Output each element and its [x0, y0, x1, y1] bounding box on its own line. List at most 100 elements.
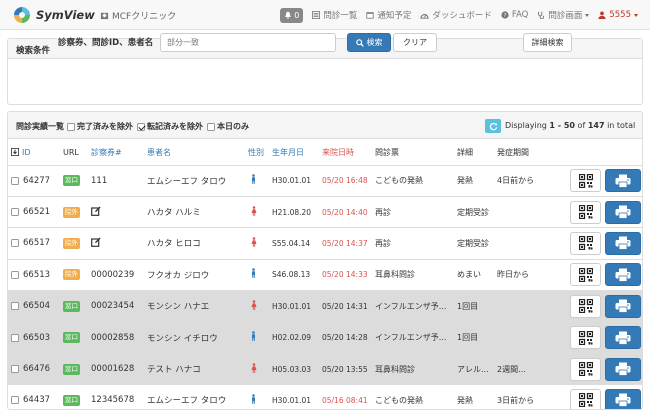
qr-code-button[interactable] — [570, 263, 601, 287]
row-checkbox[interactable] — [11, 270, 19, 279]
nav-dashboard[interactable]: ダッシュボード — [420, 9, 492, 21]
row-checkbox[interactable] — [11, 396, 19, 405]
filter-exclude-transcribed[interactable]: 転記済みを除外 — [137, 121, 203, 132]
table-row[interactable]: 64277 窓口 111 エムシーエフ タロウ H30.01.01 05/20 16:48… — [8, 165, 642, 197]
url-type-badge[interactable]: 窓口 — [63, 300, 80, 312]
cell-id[interactable]: 66521 — [8, 196, 60, 229]
nav-scheduled-notifications[interactable]: 通知予定 — [366, 9, 411, 21]
cell-url[interactable]: 院外 — [60, 227, 88, 260]
qr-code-button[interactable] — [570, 231, 601, 255]
cell-url[interactable]: 窓口 — [60, 321, 88, 354]
table-row[interactable]: 66504 窓口 00023454 モンシン ハナエ H30.01.01 05/20 14… — [8, 290, 642, 323]
clinic-name[interactable]: MCFクリニック — [100, 9, 176, 22]
qr-code-button[interactable] — [570, 357, 601, 381]
print-button[interactable] — [605, 263, 641, 287]
brand[interactable]: SymView — [12, 5, 95, 25]
col-name[interactable]: 患者名 — [144, 140, 245, 166]
cell-id[interactable]: 66503 — [8, 321, 60, 354]
cell-id[interactable]: 66513 — [8, 259, 60, 292]
print-button[interactable] — [605, 326, 641, 350]
qr-code-button[interactable] — [570, 326, 601, 350]
url-type-badge[interactable]: 院外 — [63, 269, 80, 281]
cell-url[interactable]: 窓口 — [60, 384, 88, 409]
cell-onset: 3日前から — [494, 384, 546, 409]
url-type-badge[interactable]: 院外 — [63, 237, 80, 249]
url-type-badge[interactable]: 窓口 — [63, 175, 80, 187]
print-button[interactable] — [605, 231, 641, 255]
nav-interview-screen-dropdown[interactable]: 問診画面 — [537, 9, 590, 21]
refresh-button[interactable] — [485, 119, 501, 133]
filter-today-only[interactable]: 本日のみ — [207, 121, 249, 132]
print-button[interactable] — [605, 294, 641, 318]
row-checkbox[interactable] — [11, 239, 19, 248]
cell-card: 00000239 — [88, 259, 144, 292]
nav-interview-list[interactable]: 問診一覧 — [312, 9, 357, 21]
cell-id[interactable]: 66504 — [8, 290, 60, 323]
cell-id[interactable]: 64277 — [8, 165, 60, 197]
row-checkbox[interactable] — [11, 208, 19, 217]
col-dob[interactable]: 生年月日 — [269, 140, 319, 166]
print-button[interactable] — [605, 200, 641, 224]
cell-url[interactable]: 窓口 — [60, 165, 88, 197]
chevron-down-icon — [634, 13, 638, 17]
cell-url[interactable]: 窓口 — [60, 353, 88, 386]
clear-button[interactable]: クリア — [393, 33, 437, 52]
print-icon — [615, 362, 631, 376]
checkbox-today-only[interactable] — [207, 122, 215, 131]
print-icon — [615, 268, 631, 282]
checkbox-exclude-completed[interactable] — [67, 122, 75, 131]
url-type-badge[interactable]: 窓口 — [63, 394, 80, 406]
cell-actions — [546, 321, 642, 354]
date-of-birth: H30.01.01 — [272, 395, 312, 405]
row-checkbox[interactable] — [11, 176, 19, 185]
print-icon — [615, 299, 631, 314]
table-row[interactable]: 66503 窓口 00002858 モンシン イチロウ H02.02.09 05/20 1… — [8, 321, 642, 354]
row-checkbox[interactable] — [11, 333, 19, 342]
checkbox-exclude-transcribed[interactable] — [137, 122, 145, 131]
url-type-badge[interactable]: 窓口 — [63, 332, 80, 344]
print-button[interactable] — [605, 357, 641, 381]
qr-code-button[interactable] — [570, 294, 601, 318]
cell-id[interactable]: 66517 — [8, 227, 60, 260]
cell-id[interactable]: 66476 — [8, 353, 60, 386]
edit-icon[interactable] — [91, 206, 101, 216]
col-gender[interactable]: 性別 — [245, 140, 269, 166]
advanced-search-button[interactable]: 詳細検索 — [523, 33, 572, 52]
url-type-badge[interactable]: 窓口 — [63, 363, 80, 375]
table-row[interactable]: 64437 窓口 12345678 エムシーエフ タロウ H30.01.01 05/16 … — [8, 384, 642, 409]
search-input[interactable] — [160, 33, 336, 52]
col-visit[interactable]: 来院日時 — [319, 140, 372, 166]
user-menu-dropdown[interactable]: 5555 — [598, 10, 638, 20]
col-id[interactable]: ID — [8, 140, 60, 166]
print-icon — [615, 393, 631, 408]
col-card[interactable]: 診察券# — [88, 140, 144, 166]
cell-url[interactable]: 院外 — [60, 259, 88, 292]
cell-card — [88, 196, 144, 229]
print-button[interactable] — [605, 388, 641, 409]
search-button[interactable]: 検索 — [347, 33, 391, 52]
table-row[interactable]: 66517 院外 ハカタ ヒロコ S55.04.14 05/20 14:37 再診 定期受診 — [8, 227, 642, 260]
cell-url[interactable]: 院外 — [60, 196, 88, 229]
table-row[interactable]: 66521 院外 ハカタ ハルミ H21.08.20 05/20 14:40 再診 定期受診 — [8, 196, 642, 229]
row-checkbox[interactable] — [11, 302, 19, 311]
qr-code-button[interactable] — [570, 200, 601, 224]
download-icon[interactable] — [11, 148, 19, 157]
table-row[interactable]: 66476 窓口 00001628 テスト ハナコ H05.03.03 05/20 13:… — [8, 353, 642, 386]
table-row[interactable]: 66513 院外 00000239 フクオカ ジロウ S46.08.13 05/20 14… — [8, 259, 642, 292]
qr-code-button[interactable] — [570, 388, 601, 409]
cell-url[interactable]: 窓口 — [60, 290, 88, 323]
notification-badge[interactable]: 0 — [280, 7, 304, 23]
nav-faq[interactable]: ? FAQ — [501, 10, 528, 20]
edit-icon[interactable] — [91, 237, 101, 247]
url-type-badge[interactable]: 院外 — [63, 206, 80, 218]
cell-name: モンシン イチロウ — [144, 321, 245, 354]
cell-id[interactable]: 64437 — [8, 384, 60, 409]
filter-exclude-completed[interactable]: 完了済みを除外 — [67, 121, 133, 132]
print-button[interactable] — [605, 169, 641, 193]
detail-text: 発熱 — [457, 395, 473, 405]
card-number: 12345678 — [91, 395, 135, 406]
qr-code-button[interactable] — [570, 169, 601, 193]
cell-gender — [245, 321, 269, 354]
print-icon — [615, 174, 631, 188]
row-checkbox[interactable] — [11, 365, 19, 374]
